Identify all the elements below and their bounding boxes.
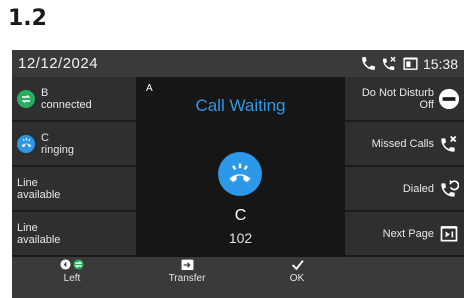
line-key-available-2[interactable]: Line available <box>12 212 136 256</box>
right-function-keys: Do Not Disturb Off Missed Calls Dialed Ne… <box>345 77 464 257</box>
phone-screen: 12/12/2024 15:38 Bconnected Cringing Lin… <box>12 50 464 270</box>
call-state: Call Waiting <box>195 96 286 115</box>
status-right: 15:38 <box>360 55 458 72</box>
ringing-handset-icon <box>17 134 35 153</box>
line-key-label: Line available <box>17 176 61 201</box>
line-key-label: Cringing <box>41 131 75 156</box>
dnd-icon <box>438 88 460 110</box>
line-key-b[interactable]: Bconnected <box>12 77 136 121</box>
softkey-transfer-label: Transfer <box>168 273 206 284</box>
key-label: Do Not Disturb Off <box>361 86 434 111</box>
line-label: A <box>146 83 153 94</box>
dialed-key[interactable]: Dialed <box>345 167 464 211</box>
screen-icon <box>402 55 419 72</box>
status-bar: 12/12/2024 15:38 <box>12 50 464 77</box>
left-line-keys: Bconnected Cringing Line available Line av… <box>12 77 136 257</box>
dialed-calls-icon <box>438 178 460 200</box>
caller-number: 102 <box>228 230 253 246</box>
line-key-c[interactable]: Cringing <box>12 122 136 166</box>
handset-icon <box>360 55 377 72</box>
key-label: Missed Calls <box>371 137 434 150</box>
call-panel: A Call Waiting C 102 <box>136 77 345 257</box>
missed-call-icon <box>381 55 398 72</box>
softkey-ok-label: OK <box>289 273 305 284</box>
status-time: 15:38 <box>422 55 458 72</box>
do-not-disturb-key[interactable]: Do Not Disturb Off <box>345 77 464 121</box>
caller-name: C <box>234 207 247 224</box>
key-label: Dialed <box>402 182 434 195</box>
status-date: 12/12/2024 <box>18 55 99 72</box>
next-page-key[interactable]: Next Page <box>345 212 464 256</box>
key-label: Next Page <box>382 227 434 240</box>
line-key-label: Bconnected <box>41 86 92 111</box>
next-page-icon <box>438 223 460 245</box>
ringing-handset-icon <box>218 152 262 196</box>
missed-calls-icon <box>438 133 460 155</box>
step-title: 1.2 <box>8 6 47 31</box>
line-key-label: Line available <box>17 221 61 246</box>
softkey-left-label: Left <box>63 273 81 284</box>
transfer-arrows-icon <box>17 89 35 108</box>
line-key-available-1[interactable]: Line available <box>12 167 136 211</box>
missed-calls-key[interactable]: Missed Calls <box>345 122 464 166</box>
